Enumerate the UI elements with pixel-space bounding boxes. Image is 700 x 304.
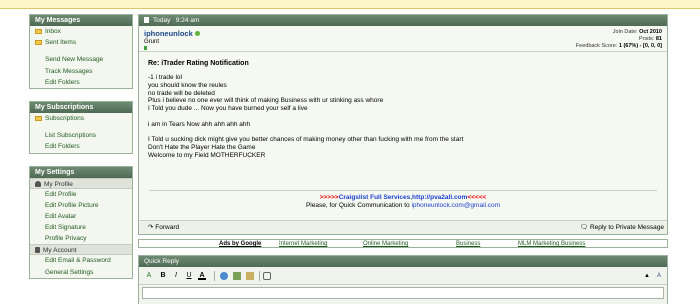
document-icon	[144, 17, 149, 23]
quick-reply-editor[interactable]	[142, 287, 664, 299]
sidebar-item-edit-folders[interactable]: Edit Folders	[30, 77, 132, 88]
settings-panel: My Settings My Profile Edit Profile Edit…	[29, 165, 133, 279]
message-title: Re: iTrader Rating Notification	[148, 60, 249, 67]
forward-button[interactable]: ↷ Forward	[148, 221, 179, 235]
notice-bar	[0, 0, 700, 9]
folder-icon	[35, 115, 42, 121]
sidebar-item-subscriptions[interactable]: Subscriptions	[30, 113, 132, 124]
sig-link[interactable]: http://pva2all.com	[412, 194, 467, 201]
video-icon[interactable]	[246, 272, 254, 280]
ad-link[interactable]: MLM Marketing Business	[518, 240, 585, 248]
sig-arrows-right: <<<<<	[467, 194, 487, 201]
messages-panel-title: My Messages	[30, 15, 132, 26]
message-date-bar: Today 9:24 am	[139, 15, 667, 26]
signature: >>>>>Craigslist Full Services,http://pva…	[139, 194, 667, 210]
message-text: -1 i trade lol you should know the reule…	[148, 74, 464, 159]
quote-icon[interactable]	[263, 272, 271, 280]
signature-divider	[149, 190, 657, 191]
sidebar-item-track[interactable]: Track Messages	[30, 66, 132, 77]
message-date: Today	[153, 17, 171, 24]
ad-links-bar: Ads by Google Internet Marketing Online …	[138, 239, 668, 248]
sidebar-item-label: Subscriptions	[45, 114, 85, 122]
sig-email-link[interactable]: iphoneunlock.com@gmail.com	[411, 202, 500, 209]
toolbar-separator	[214, 271, 215, 281]
join-date: Oct 2010	[639, 29, 662, 35]
ad-link[interactable]: Business	[456, 240, 480, 248]
sidebar-item-sent[interactable]: Sent Items	[30, 37, 132, 48]
sidebar: My Messages Inbox Sent Items Send New Me…	[29, 14, 133, 291]
my-account-label: My Account	[43, 247, 77, 255]
message-footer: ↷ Forward 🗨 Reply to Private Message	[139, 220, 667, 234]
sig-contact-text: Please, for Quick Communication to	[305, 202, 410, 209]
messages-panel: My Messages Inbox Sent Items Send New Me…	[29, 14, 133, 89]
switch-mode-icon[interactable]: A	[655, 272, 663, 280]
subscriptions-panel: My Subscriptions Subscriptions List Subs…	[29, 100, 133, 154]
private-message: Today 9:24 am iphoneunlock Grunt Join Da…	[138, 14, 668, 235]
lock-icon	[35, 247, 40, 254]
user-title: Grunt	[144, 39, 160, 45]
my-profile-header: My Profile	[30, 177, 132, 189]
my-profile-label: My Profile	[44, 180, 73, 188]
join-date-label: Join Date:	[612, 29, 638, 35]
text-color-button[interactable]: A	[198, 272, 206, 280]
sidebar-item-inbox[interactable]: Inbox	[30, 26, 132, 37]
ad-link[interactable]: Online Marketing	[363, 240, 408, 248]
sidebar-item-edit-folders[interactable]: Edit Folders	[30, 141, 132, 152]
ad-link[interactable]: Internet Marketing	[279, 240, 327, 248]
ads-by-google[interactable]: Ads by Google	[219, 240, 261, 248]
quick-reply-panel: Quick Reply A B I U A ▲ A	[138, 255, 668, 304]
online-status-icon	[194, 31, 200, 36]
image-icon[interactable]	[233, 272, 241, 280]
sidebar-item-edit-profile[interactable]: Edit Profile	[30, 189, 132, 200]
sig-service: Craigslist Full Services	[338, 194, 411, 201]
sidebar-item-edit-profile-picture[interactable]: Edit Profile Picture	[30, 200, 132, 211]
sidebar-item-send-new[interactable]: Send New Message	[30, 54, 132, 65]
sidebar-item-edit-email-password[interactable]: Edit Email & Password	[30, 255, 132, 266]
folder-icon	[35, 40, 42, 46]
sig-arrows-left: >>>>>	[319, 194, 339, 201]
user-info-bar: iphoneunlock Grunt Join Date: Oct 2010 P…	[139, 26, 667, 52]
message-body: Re: iTrader Rating Notification -1 i tra…	[139, 52, 667, 220]
toolbar-separator	[259, 271, 260, 281]
reputation-icon	[144, 46, 147, 50]
sidebar-item-edit-avatar[interactable]: Edit Avatar	[30, 211, 132, 222]
sidebar-item-general-settings[interactable]: General Settings	[30, 267, 132, 278]
editor-toolbar: A B I U A ▲ A	[139, 267, 667, 285]
folder-icon	[35, 29, 42, 34]
main-content: Today 9:24 am iphoneunlock Grunt Join Da…	[138, 14, 668, 304]
user-stats: Join Date: Oct 2010 Posts: 81 Feedback S…	[576, 29, 662, 49]
link-icon[interactable]	[220, 272, 228, 280]
sidebar-item-label: Inbox	[45, 28, 61, 35]
posts-label: Posts:	[639, 35, 655, 42]
settings-panel-title: My Settings	[30, 166, 132, 178]
italic-button[interactable]: I	[172, 272, 180, 280]
forward-label: Forward	[155, 224, 180, 231]
bold-button[interactable]: B	[159, 272, 167, 280]
sidebar-item-edit-signature[interactable]: Edit Signature	[30, 222, 132, 233]
subscriptions-panel-title: My Subscriptions	[30, 101, 132, 113]
person-icon	[35, 180, 41, 187]
username: iphoneunlock	[144, 29, 193, 38]
sidebar-item-label: Sent Items	[45, 39, 77, 47]
reply-button[interactable]: 🗨 Reply to Private Message	[580, 221, 664, 235]
feedback-label: Feedback Score:	[575, 42, 618, 49]
username-link[interactable]: iphoneunlock	[144, 29, 200, 38]
quick-reply-title: Quick Reply	[139, 256, 667, 267]
font-icon[interactable]: A	[145, 272, 153, 280]
feedback-score[interactable]: 1 (67%) - [0, 0, 0]	[619, 43, 662, 49]
sidebar-item-list-subscriptions[interactable]: List Subscriptions	[30, 130, 132, 141]
reply-label: Reply to Private Message	[589, 224, 664, 231]
my-account-header: My Account	[30, 244, 132, 256]
posts-count: 81	[655, 35, 662, 42]
underline-button[interactable]: U	[185, 272, 193, 280]
message-time: 9:24 am	[175, 17, 200, 24]
sidebar-item-profile-privacy[interactable]: Profile Privacy	[30, 233, 132, 244]
resize-up-icon[interactable]: ▲	[643, 272, 651, 280]
